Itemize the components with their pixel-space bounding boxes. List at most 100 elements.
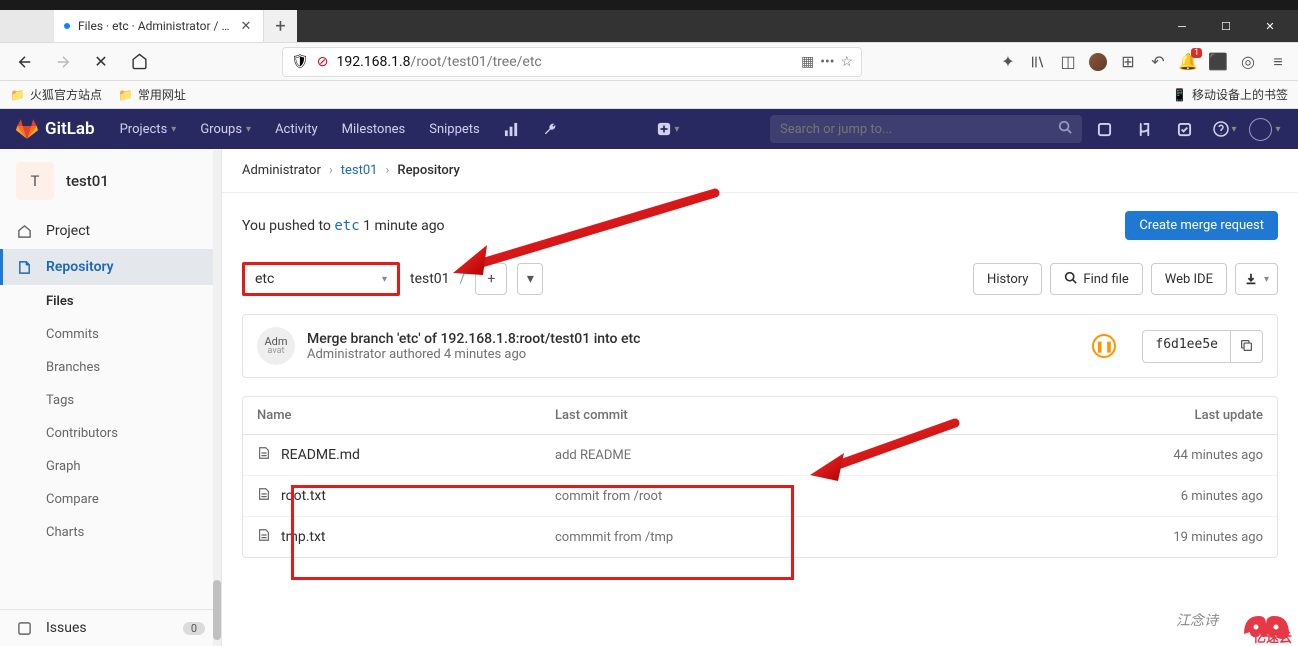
file-icon <box>257 487 271 505</box>
commit-sha[interactable]: f6d1ee5e <box>1142 330 1231 363</box>
merge-requests-icon[interactable] <box>1128 109 1162 149</box>
nav-groups[interactable]: Groups ▾ <box>191 109 260 149</box>
insecure-icon: ⊘ <box>317 54 329 70</box>
push-branch-link[interactable]: etc <box>334 218 359 234</box>
add-button[interactable]: + <box>475 263 507 295</box>
issues-icon[interactable] <box>1088 109 1122 149</box>
create-merge-request-button[interactable]: Create merge request <box>1125 211 1278 240</box>
breadcrumb-admin[interactable]: Administrator <box>242 163 321 178</box>
row-commit[interactable]: commit from /root <box>555 489 1113 504</box>
url-text: 192.168.1.8/root/test01/tree/etc <box>337 54 794 70</box>
home-button[interactable] <box>124 47 154 77</box>
menu-icon[interactable]: ≡ <box>1268 52 1288 72</box>
close-window-button[interactable]: ✕ <box>1248 12 1292 41</box>
sidebar-sub-compare[interactable]: Compare <box>0 483 221 516</box>
star-icon[interactable]: ☆ <box>840 54 853 70</box>
bookmark-firefox[interactable]: 📁火狐官方站点 <box>10 86 102 103</box>
file-name[interactable]: root.txt <box>281 488 326 504</box>
branch-select[interactable]: etc ▾ <box>242 262 400 296</box>
user-menu[interactable]: ▾ <box>1248 109 1282 149</box>
sidebar-sub-branches[interactable]: Branches <box>0 351 221 384</box>
nav-projects[interactable]: Projects ▾ <box>111 109 186 149</box>
breadcrumb-repository: Repository <box>397 163 459 178</box>
sidebar-item-repository[interactable]: Repository <box>0 249 221 285</box>
sidebar-sub-files[interactable]: Files <box>0 285 221 318</box>
help-icon[interactable]: ▾ <box>1208 109 1242 149</box>
download-icon[interactable]: ⬛ <box>1208 52 1228 72</box>
forward-button[interactable] <box>48 47 78 77</box>
sidebar-project[interactable]: T test01 <box>0 149 221 213</box>
path-repo[interactable]: test01 <box>410 271 450 287</box>
undo-icon[interactable]: ↶ <box>1148 52 1168 72</box>
more-dropdown[interactable]: ▾ <box>517 263 543 295</box>
sidebar-sub-charts[interactable]: Charts <box>0 516 221 549</box>
qr-icon[interactable]: ▦ <box>801 54 814 70</box>
commit-title[interactable]: Merge branch 'etc' of 192.168.1.8:root/t… <box>307 331 1080 347</box>
row-commit[interactable]: commmit from /tmp <box>555 530 1113 545</box>
sidebar-sub-tags[interactable]: Tags <box>0 384 221 417</box>
search-icon <box>1058 120 1072 138</box>
minimize-button[interactable]: ─ <box>1160 12 1204 41</box>
nav-wrench-icon[interactable] <box>534 109 567 149</box>
shield-icon: 🛡 <box>291 54 309 70</box>
table-row[interactable]: tmp.txt commmit from /tmp 19 minutes ago <box>243 517 1277 557</box>
stop-button[interactable]: ✕ <box>86 47 116 77</box>
search-icon <box>1064 271 1077 288</box>
bookmark-mobile[interactable]: 📱移动设备上的书签 <box>1172 86 1288 103</box>
file-table: Name Last commit Last update README.md a… <box>242 396 1278 558</box>
commit-author[interactable]: Administrator <box>307 347 386 362</box>
capture-icon[interactable]: ◎ <box>1238 52 1258 72</box>
file-name[interactable]: tmp.txt <box>281 529 326 545</box>
th-commit: Last commit <box>555 408 1113 423</box>
nav-snippets[interactable]: Snippets <box>420 109 489 149</box>
find-file-button[interactable]: Find file <box>1050 263 1142 295</box>
url-input[interactable]: 🛡 ⊘ 192.168.1.8/root/test01/tree/etc ▦ •… <box>282 47 862 77</box>
maximize-button[interactable]: ☐ <box>1204 12 1248 41</box>
file-name[interactable]: README.md <box>281 447 360 463</box>
table-row[interactable]: root.txt commit from /root 6 minutes ago <box>243 476 1277 517</box>
todos-icon[interactable] <box>1168 109 1202 149</box>
gitlab-header: GitLab Projects ▾ Groups ▾ Activity Mile… <box>0 109 1298 149</box>
pipeline-status-icon[interactable]: ❚❚ <box>1092 334 1116 358</box>
tab-spacer <box>0 10 54 42</box>
sidebar-icon[interactable]: ◫ <box>1058 52 1078 72</box>
download-button[interactable]: ▾ <box>1235 263 1278 295</box>
bookmark-common[interactable]: 📁常用网址 <box>118 86 186 103</box>
nav-milestones[interactable]: Milestones <box>333 109 415 149</box>
search-input[interactable] <box>780 122 1050 137</box>
sidebar-sub-contributors[interactable]: Contributors <box>0 417 221 450</box>
avatar-icon <box>1249 118 1272 141</box>
profile-icon[interactable] <box>1088 52 1108 72</box>
push-notice: You pushed to etc 1 minute ago Create me… <box>242 211 1278 240</box>
extension-icon[interactable]: ✦ <box>998 52 1018 72</box>
copy-sha-button[interactable] <box>1231 330 1263 363</box>
gitlab-logo[interactable]: GitLab <box>16 118 95 140</box>
web-ide-button[interactable]: Web IDE <box>1151 263 1227 295</box>
history-button[interactable]: History <box>973 263 1042 295</box>
library-icon[interactable] <box>1028 52 1048 72</box>
active-tab[interactable]: Files · etc · Administrator / te ✕ <box>54 10 264 42</box>
chevron-down-icon: ▾ <box>382 274 387 285</box>
close-icon[interactable]: ✕ <box>239 19 253 33</box>
plus-button[interactable]: ▾ <box>651 109 685 149</box>
nav-analytics-icon[interactable] <box>495 109 528 149</box>
nav-activity[interactable]: Activity <box>266 109 327 149</box>
breadcrumb-project[interactable]: test01 <box>341 163 378 178</box>
sidebar-sub-commits[interactable]: Commits <box>0 318 221 351</box>
commit-verb: authored <box>386 347 444 362</box>
sidebar-item-issues[interactable]: Issues 0 <box>0 609 221 646</box>
back-button[interactable] <box>10 47 40 77</box>
sidebar-scrollbar[interactable] <box>213 150 221 646</box>
tab-title: Files · etc · Administrator / te <box>78 19 231 33</box>
table-row[interactable]: README.md add README 44 minutes ago <box>243 435 1277 476</box>
notif-icon[interactable]: 🔔1 <box>1178 52 1198 72</box>
more-icon[interactable]: ••• <box>820 54 834 70</box>
new-tab-button[interactable]: + <box>264 10 297 42</box>
sidebar-sub-graph[interactable]: Graph <box>0 450 221 483</box>
bookmarks-bar: 📁火狐官方站点 📁常用网址 📱移动设备上的书签 <box>0 81 1298 109</box>
row-commit[interactable]: add README <box>555 448 1113 463</box>
issues-count-badge: 0 <box>183 622 205 635</box>
grid-icon[interactable]: ⊞ <box>1118 52 1138 72</box>
search-box[interactable] <box>770 115 1082 143</box>
sidebar-item-project[interactable]: Project <box>0 213 221 249</box>
